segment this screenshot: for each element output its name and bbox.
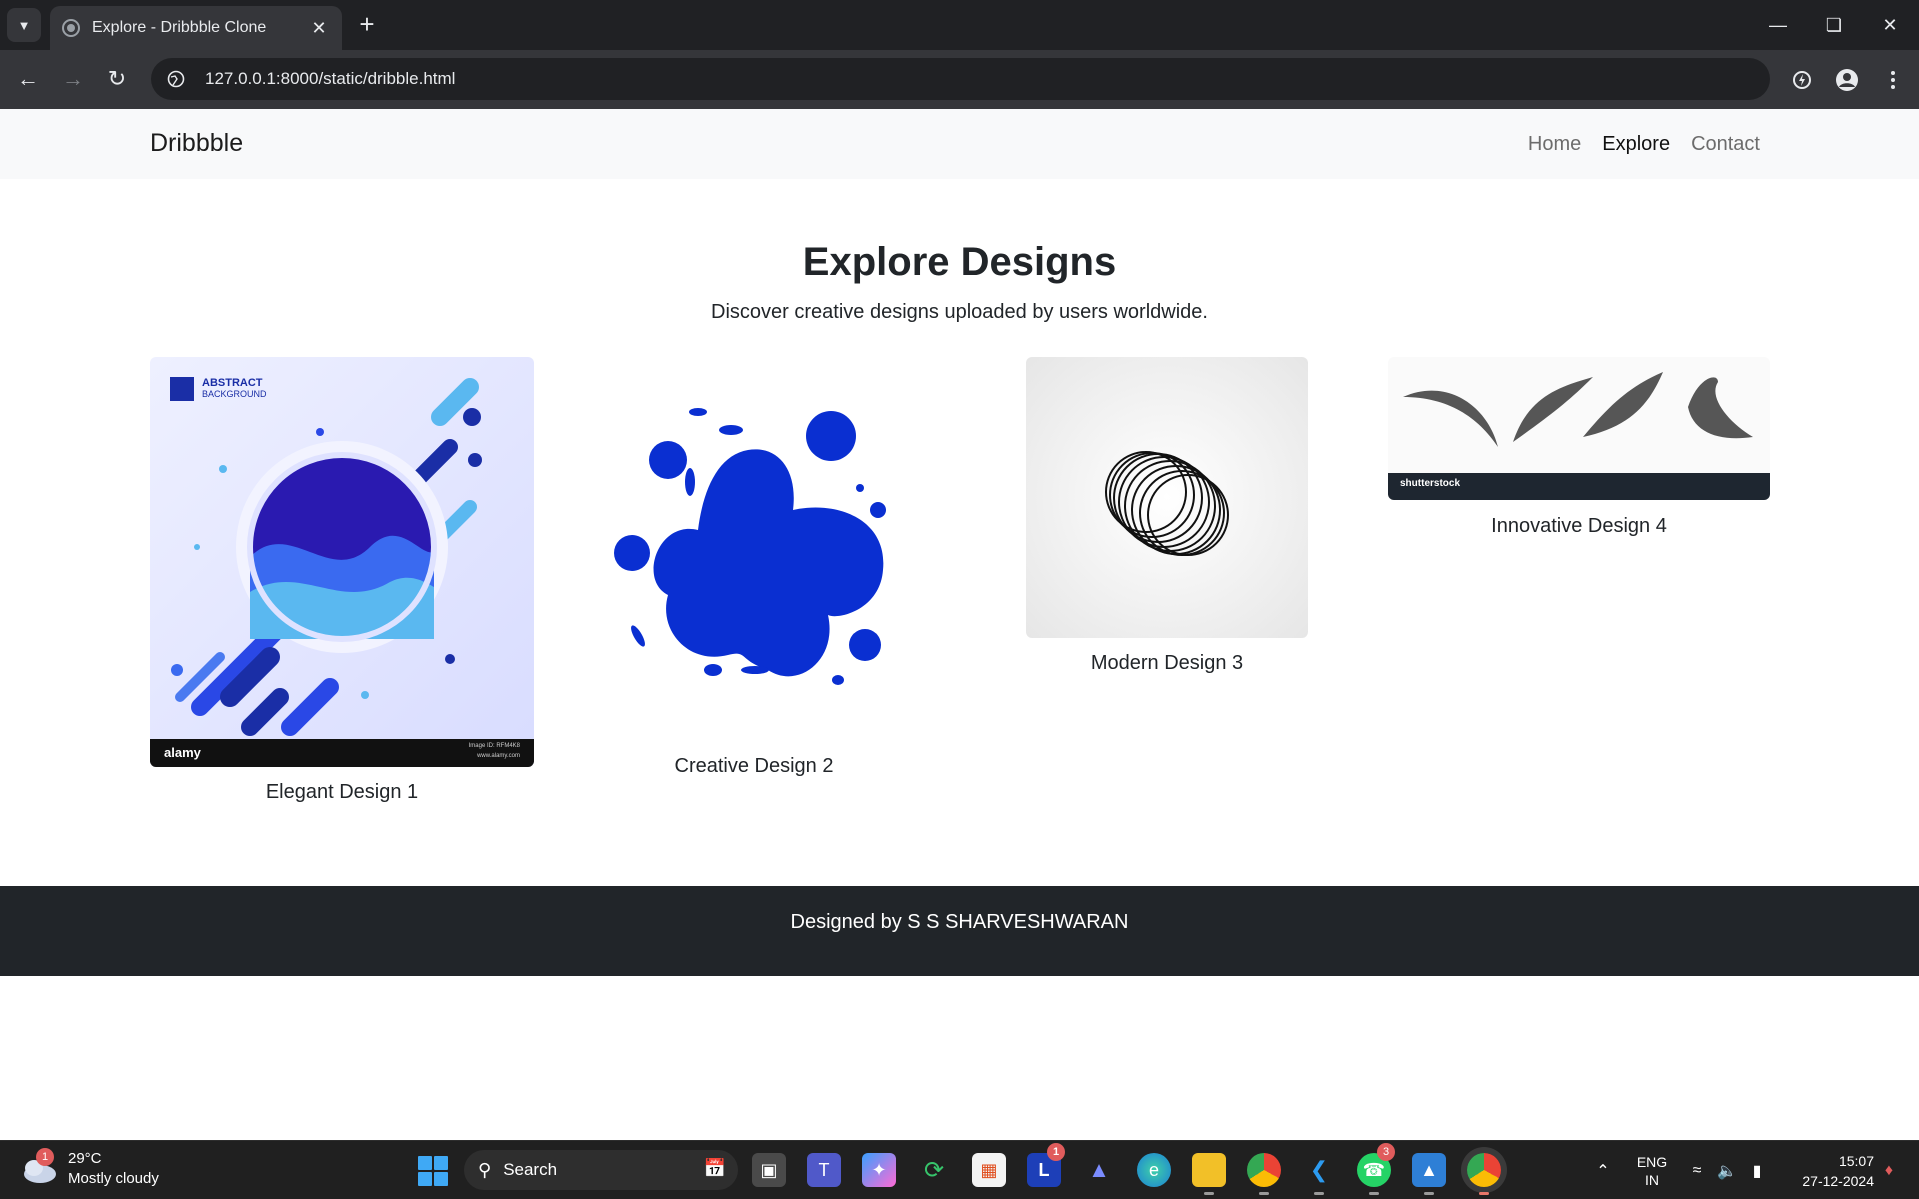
weather-temp: 29°C (68, 1150, 102, 1167)
weather-badge: 1 (36, 1148, 54, 1166)
chrome-active-icon[interactable] (1467, 1153, 1501, 1195)
close-tab-icon[interactable]: ✕ (308, 18, 330, 39)
minimize-button[interactable]: — (1750, 0, 1806, 50)
browser-tab[interactable]: Explore - Dribbble Clone ✕ (50, 6, 342, 50)
blue-blob-illustration (614, 408, 886, 685)
menu-kebab-icon[interactable] (1875, 62, 1911, 98)
design-card-1[interactable]: ABSTRACT BACKGROUND alamy Image ID: RFM4… (150, 357, 534, 817)
watermark-text: alamy (164, 745, 201, 760)
language-line-2: IN (1645, 1171, 1659, 1188)
site-footer: Designed by S S SHARVESHWARAN (0, 886, 1919, 976)
volume-icon[interactable]: 🔈 (1714, 1141, 1740, 1199)
taskbar-search[interactable]: ⚲ Search 📅 (464, 1150, 738, 1190)
whatsapp-icon[interactable]: ☎ 3 (1357, 1143, 1395, 1195)
performance-icon[interactable] (1784, 62, 1820, 98)
chrome-icon[interactable] (1247, 1153, 1281, 1195)
l-app-badge: 1 (1047, 1143, 1065, 1161)
mountain-app-icon[interactable]: ▲ (1082, 1153, 1116, 1187)
vscode-icon[interactable]: ❮ (1302, 1153, 1336, 1195)
forward-button[interactable]: → (56, 62, 90, 96)
design-image-1[interactable]: ABSTRACT BACKGROUND alamy Image ID: RFM4… (150, 357, 534, 767)
globe-icon (62, 19, 80, 37)
photos-icon[interactable]: ▲ (1412, 1153, 1446, 1195)
battery-icon[interactable]: ▮ (1744, 1141, 1770, 1199)
new-tab-button[interactable]: + (352, 10, 382, 40)
chevron-up-icon[interactable]: ⌃ (1588, 1141, 1618, 1199)
windows-start-icon[interactable] (418, 1156, 448, 1186)
design-image-4[interactable]: shutterstock (1388, 357, 1770, 500)
copilot-icon[interactable]: ✦ (862, 1153, 896, 1187)
language-indicator[interactable]: ENG IN (1630, 1141, 1674, 1199)
nav-link-contact[interactable]: Contact (1691, 133, 1760, 156)
design-card-3[interactable]: Modern Design 3 (1026, 357, 1308, 677)
design-caption-3: Modern Design 3 (1090, 652, 1244, 674)
profile-icon[interactable] (1829, 62, 1865, 98)
page-title: Explore Designs (802, 240, 1117, 284)
footer-text: Designed by S S SHARVESHWARAN (790, 911, 1129, 933)
teams-icon[interactable]: T (807, 1153, 841, 1187)
design-image-2[interactable] (598, 400, 910, 700)
search-icon: ⚲ (478, 1159, 492, 1180)
taskbar-search-label: Search (503, 1160, 558, 1179)
brand-logo[interactable]: Dribbble (150, 129, 243, 158)
site-navbar: Dribbble Home Explore Contact (0, 109, 1919, 179)
image-title-text: ABSTRACT (202, 377, 263, 389)
wifi-icon[interactable]: ≈ (1684, 1141, 1710, 1199)
close-window-button[interactable]: ✕ (1862, 0, 1918, 50)
tab-search-button[interactable]: ▼ (7, 8, 41, 42)
microsoft-store-icon[interactable]: ▦ (972, 1153, 1006, 1187)
l-app-icon[interactable]: L 1 (1027, 1143, 1065, 1187)
notification-bell-icon[interactable]: ♦ (1874, 1141, 1904, 1199)
design-caption-4: Innovative Design 4 (1491, 515, 1667, 537)
weather-desc: Mostly cloudy (68, 1170, 159, 1187)
browser-tabbar: ▼ Explore - Dribbble Clone ✕ + — ❏ ✕ (0, 0, 1919, 50)
browser-toolbar: ← → ↻ 127.0.0.1:8000/static/dribble.html (0, 50, 1919, 109)
abstract-circle-illustration (150, 377, 534, 767)
file-explorer-icon[interactable] (1192, 1153, 1226, 1195)
tab-title: Explore - Dribbble Clone (92, 19, 267, 36)
page-subtitle: Discover creative designs uploaded by us… (711, 301, 1208, 323)
design-card-4[interactable]: shutterstock Innovative Design 4 (1388, 357, 1770, 537)
watermark-text: shutterstock (1400, 478, 1461, 489)
design-card-2[interactable]: Creative Design 2 (598, 400, 910, 785)
refresh-app-icon[interactable]: ⟳ (917, 1153, 951, 1187)
clock-date: 27-12-2024 (1802, 1172, 1874, 1189)
calendar-doodle-icon: 📅 (703, 1158, 726, 1178)
nav-links: Home Explore Contact (1528, 133, 1760, 156)
url-text: 127.0.0.1:8000/static/dribble.html (205, 69, 456, 88)
design-caption-1: Elegant Design 1 (265, 781, 419, 803)
back-button[interactable]: ← (11, 62, 45, 96)
reload-button[interactable]: ↻ (100, 62, 134, 96)
image-site-text: www.alamy.com (477, 753, 520, 759)
design-image-3[interactable] (1026, 357, 1308, 638)
clock[interactable]: 15:07 27-12-2024 (1784, 1141, 1874, 1199)
chevron-down-icon: ▼ (17, 17, 31, 33)
clock-time: 15:07 (1838, 1152, 1874, 1169)
nav-link-home[interactable]: Home (1528, 133, 1581, 156)
edge-icon[interactable]: e (1137, 1153, 1171, 1187)
site-info-icon[interactable] (165, 68, 187, 90)
os-taskbar: 1 29°C Mostly cloudy ⚲ Search 📅 ▣ T ✦ ⟳ … (0, 1140, 1919, 1199)
image-subtitle-text: BACKGROUND (202, 389, 267, 399)
whatsapp-badge: 3 (1377, 1143, 1395, 1161)
image-code-text: Image ID: RFM4K8 (468, 743, 520, 749)
language-line-1: ENG (1636, 1153, 1668, 1170)
design-caption-2: Creative Design 2 (674, 755, 834, 777)
cloud-icon: 1 (20, 1148, 58, 1184)
address-bar[interactable]: 127.0.0.1:8000/static/dribble.html (151, 58, 1770, 100)
task-view-icon[interactable]: ▣ (752, 1153, 786, 1187)
nav-link-explore[interactable]: Explore (1602, 133, 1670, 156)
spiral-circles-illustration (1105, 451, 1229, 556)
restore-button[interactable]: ❏ (1806, 0, 1862, 50)
weather-widget[interactable]: 1 29°C Mostly cloudy (20, 1148, 159, 1189)
